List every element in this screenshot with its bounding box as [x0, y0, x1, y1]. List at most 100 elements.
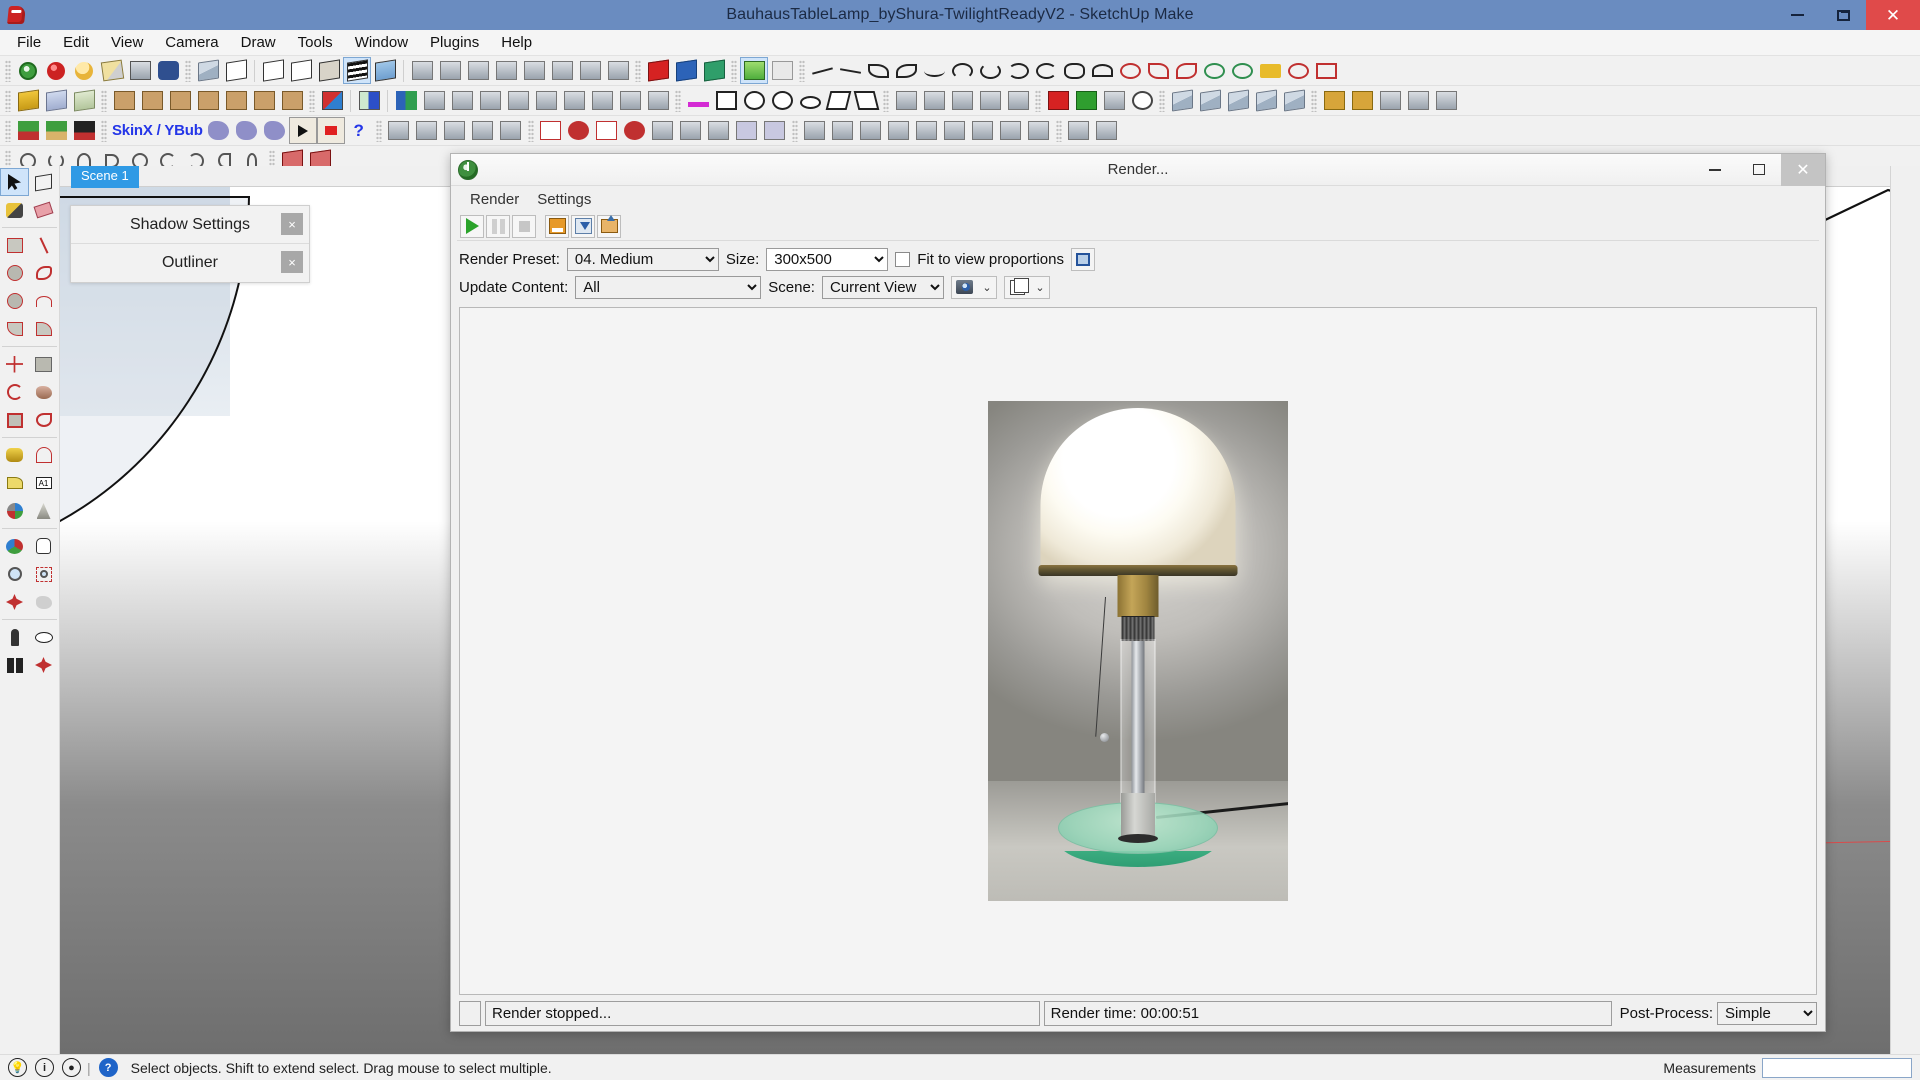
select-pointer-icon[interactable] — [768, 57, 796, 84]
misc-5-icon[interactable] — [913, 117, 941, 144]
extrude-j-icon[interactable] — [138, 87, 166, 114]
toolbar-grip[interactable] — [791, 119, 798, 142]
rotate-icon[interactable] — [476, 87, 504, 114]
tape-measure-icon[interactable] — [0, 441, 29, 469]
plant-1-icon[interactable] — [14, 117, 42, 144]
render-canvas[interactable] — [459, 307, 1817, 995]
render-icon[interactable] — [644, 57, 672, 84]
dimension-icon[interactable] — [0, 469, 29, 497]
render-preset-select[interactable]: 04. Medium — [566, 247, 719, 271]
toolbar-grip[interactable] — [5, 89, 11, 112]
scale-icon[interactable] — [420, 87, 448, 114]
info-icon[interactable]: i — [35, 1058, 54, 1077]
size-select[interactable]: 300x500 — [766, 247, 889, 271]
style-shaded-texture-icon[interactable] — [343, 57, 371, 84]
arc-4-icon[interactable] — [1032, 57, 1060, 84]
toolbar-grip[interactable] — [5, 59, 11, 82]
arc-1-icon[interactable] — [948, 57, 976, 84]
post-process-select[interactable]: Simple — [1717, 1001, 1817, 1025]
fredo-4-icon[interactable] — [1252, 87, 1280, 114]
tray-outliner[interactable]: Outliner × — [71, 244, 309, 282]
legs-icon[interactable] — [70, 117, 98, 144]
extrude-x-icon[interactable] — [250, 87, 278, 114]
menu-help[interactable]: Help — [490, 31, 543, 54]
toolbar-grip[interactable] — [5, 119, 11, 142]
zoom-window-icon[interactable] — [29, 560, 58, 588]
freehand-icon[interactable] — [29, 259, 58, 287]
update-content-select[interactable]: All — [575, 275, 762, 299]
solid-tools-icon[interactable] — [194, 57, 222, 84]
protractor-icon[interactable] — [29, 441, 58, 469]
circle-icon[interactable] — [1228, 57, 1256, 84]
bezier-2-icon[interactable] — [1144, 57, 1172, 84]
help-icon[interactable]: ? — [345, 117, 373, 144]
extrude-f-icon[interactable] — [278, 87, 306, 114]
misc-4-icon[interactable] — [885, 117, 913, 144]
dim-icon[interactable] — [1404, 87, 1432, 114]
menu-edit[interactable]: Edit — [52, 31, 100, 54]
section-plane-icon[interactable] — [29, 651, 58, 679]
follow-me-icon[interactable] — [29, 378, 58, 406]
toolbar-grip[interactable] — [635, 59, 641, 82]
top-view-icon[interactable] — [42, 87, 70, 114]
profile-edit-icon[interactable] — [1100, 87, 1128, 114]
profile-builder-icon[interactable] — [1044, 87, 1072, 114]
group-icon[interactable] — [560, 87, 588, 114]
polygon-icon[interactable] — [0, 287, 29, 315]
toolbar-grip[interactable] — [527, 119, 534, 142]
text-icon[interactable]: A1 — [29, 469, 58, 497]
sandbox-1-icon[interactable] — [892, 87, 920, 114]
ellipse-icon[interactable] — [796, 87, 824, 114]
fit-to-view-checkbox[interactable] — [895, 251, 911, 267]
toolbar-grip[interactable] — [375, 119, 382, 142]
render-export-icon[interactable] — [700, 57, 728, 84]
freehand-icon[interactable] — [824, 87, 852, 114]
materials-icon[interactable] — [98, 57, 126, 84]
misc-tool-b-icon[interactable] — [520, 57, 548, 84]
misc-8-icon[interactable] — [997, 117, 1025, 144]
fredo-1-icon[interactable] — [1168, 87, 1196, 114]
stop-icon[interactable] — [316, 117, 345, 144]
skin-3-icon[interactable] — [261, 117, 289, 144]
export-button[interactable] — [597, 214, 621, 238]
extra2-icon[interactable] — [616, 87, 644, 114]
plant-2-icon[interactable] — [42, 117, 70, 144]
sun-icon[interactable] — [70, 57, 98, 84]
toolbar-grip[interactable] — [1159, 89, 1165, 112]
scale-icon[interactable] — [0, 406, 29, 434]
play-icon[interactable] — [288, 117, 317, 144]
section-display-icon[interactable] — [436, 57, 464, 84]
line-icon[interactable] — [29, 231, 58, 259]
move-icon[interactable] — [0, 350, 29, 378]
compass-icon[interactable] — [42, 57, 70, 84]
stop-render-button[interactable] — [512, 214, 536, 238]
pan-icon[interactable] — [29, 532, 58, 560]
render-dialog[interactable]: Render... ✕ Render Settings Render Prese… — [450, 153, 1826, 1032]
extrude-v-icon[interactable] — [194, 87, 222, 114]
curve-tool-3-icon[interactable] — [864, 57, 892, 84]
misc-3-icon[interactable] — [857, 117, 885, 144]
toolbar-grip[interactable] — [1311, 89, 1317, 112]
menu-draw[interactable]: Draw — [230, 31, 287, 54]
curve-tool-1-icon[interactable] — [808, 57, 836, 84]
circle-icon[interactable] — [0, 259, 29, 287]
circle2-icon[interactable] — [740, 87, 768, 114]
sandbox-3-icon[interactable] — [948, 87, 976, 114]
weld-icon[interactable] — [1200, 57, 1228, 84]
section-plane-icon[interactable] — [408, 57, 436, 84]
section-cut-icon[interactable] — [464, 57, 492, 84]
toolbar-grip[interactable] — [799, 59, 805, 82]
joint-push-pull-1-icon[interactable] — [649, 117, 677, 144]
color-face-icon[interactable] — [318, 87, 346, 114]
toolbar-grip[interactable] — [1035, 89, 1041, 112]
outer-shell-icon[interactable] — [222, 57, 250, 84]
toolbar-grip[interactable] — [101, 89, 107, 112]
profile-place-icon[interactable] — [1072, 87, 1100, 114]
orbit-icon[interactable] — [0, 532, 29, 560]
eraser-icon[interactable] — [29, 196, 58, 224]
help-icon[interactable]: ? — [98, 1058, 118, 1077]
misc-tool-d-icon[interactable] — [576, 57, 604, 84]
close-icon[interactable]: × — [281, 213, 303, 235]
render-dialog-title-bar[interactable]: Render... ✕ — [451, 153, 1825, 186]
misc-2-icon[interactable] — [829, 117, 857, 144]
